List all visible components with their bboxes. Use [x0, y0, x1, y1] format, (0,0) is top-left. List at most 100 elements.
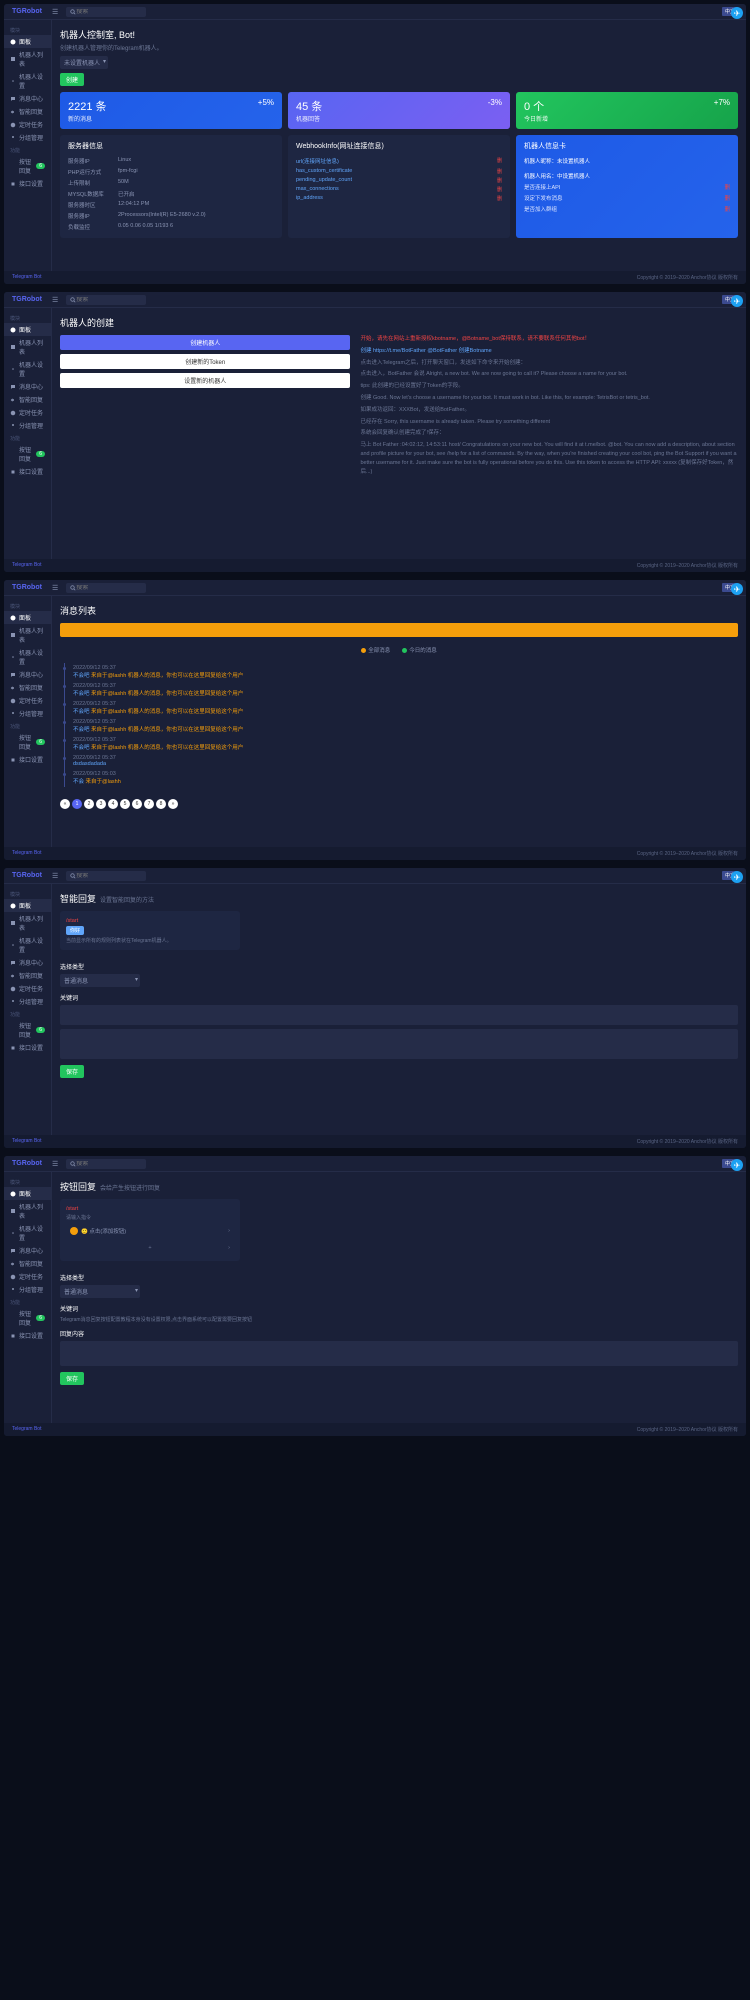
menu-toggle[interactable]: ☰	[52, 296, 58, 304]
sidebar-item-cron[interactable]: 定时任务	[4, 1270, 51, 1283]
create-button[interactable]: 创建	[60, 73, 84, 86]
menu-toggle[interactable]: ☰	[52, 1160, 58, 1168]
sidebar-item-bots[interactable]: 机器人列表	[4, 624, 51, 646]
sidebar-item-bots[interactable]: 机器人列表	[4, 48, 51, 70]
sidebar-item-messages[interactable]: 消息中心	[4, 668, 51, 681]
reply-chip[interactable]: 你好	[66, 926, 84, 935]
sidebar-item-settings[interactable]: 机器人设置	[4, 70, 51, 92]
type-select[interactable]: 普通消息	[60, 974, 140, 987]
page-button[interactable]: 8	[156, 799, 166, 809]
sidebar-item-dashboard[interactable]: 面板	[4, 35, 51, 48]
sidebar-item-btnreply[interactable]: 按钮回复6	[4, 1019, 51, 1041]
timeline-item[interactable]: 2022/09/12 05:37不会吧 来自于@lashh 机器人的消息，你也可…	[73, 735, 738, 753]
delete-icon[interactable]: 删	[497, 168, 502, 175]
sidebar-item-dashboard[interactable]: 面板	[4, 899, 51, 912]
sidebar-item-cron[interactable]: 定时任务	[4, 694, 51, 707]
tab-create-token[interactable]: 创建新的Token	[60, 354, 350, 369]
telegram-fab[interactable]: ✈	[731, 7, 743, 19]
telegram-fab[interactable]: ✈	[731, 1159, 743, 1171]
search-input[interactable]	[76, 585, 136, 591]
search-input[interactable]	[76, 297, 136, 303]
sidebar-item-dashboard[interactable]: 面板	[4, 611, 51, 624]
search-box[interactable]	[66, 1159, 146, 1169]
page-button[interactable]: 1	[72, 799, 82, 809]
content-input[interactable]	[60, 1029, 738, 1059]
telegram-fab[interactable]: ✈	[731, 871, 743, 883]
tab-create-bot[interactable]: 创建机器人	[60, 335, 350, 350]
filter-all[interactable]: 全部消息	[361, 646, 390, 654]
sidebar-item-groups[interactable]: 分组管理	[4, 131, 51, 144]
search-input[interactable]	[76, 873, 136, 879]
button-entry[interactable]: 🙂 点击(添加按钮)	[66, 1223, 234, 1239]
sidebar-item-cron[interactable]: 定时任务	[4, 406, 51, 419]
page-button[interactable]: 3	[96, 799, 106, 809]
page-button[interactable]: »	[168, 799, 178, 809]
menu-toggle[interactable]: ☰	[52, 8, 58, 16]
sidebar-item-smartreply[interactable]: 智能回复	[4, 969, 51, 982]
sidebar-item-btnreply[interactable]: 按钮回复6	[4, 1307, 51, 1329]
sidebar-item-messages[interactable]: 消息中心	[4, 380, 51, 393]
page-button[interactable]: 6	[132, 799, 142, 809]
timeline-item[interactable]: 2022/09/12 05:37不会吧 来自于@lashh 机器人的消息，你也可…	[73, 663, 738, 681]
sidebar-item-smartreply[interactable]: 智能回复	[4, 393, 51, 406]
webhook-item[interactable]: ip_address删	[296, 193, 502, 202]
sidebar-item-dashboard[interactable]: 面板	[4, 1187, 51, 1200]
timeline-item[interactable]: 2022/09/12 05:37不会吧 来自于@lashh 机器人的消息，你也可…	[73, 717, 738, 735]
sidebar-item-api[interactable]: 接口设置	[4, 753, 51, 766]
webhook-item[interactable]: has_custom_certificate删	[296, 166, 502, 175]
page-button[interactable]: 5	[120, 799, 130, 809]
save-button[interactable]: 保存	[60, 1372, 84, 1385]
sidebar-item-api[interactable]: 接口设置	[4, 1041, 51, 1054]
webhook-item[interactable]: url(连接网址信息)删	[296, 155, 502, 166]
search-box[interactable]	[66, 583, 146, 593]
timeline-item[interactable]: 2022/09/12 05:37不会吧 来自于@lashh 机器人的消息，你也可…	[73, 681, 738, 699]
timeline-item[interactable]: 2022/09/12 05:03不会 来自于@lashh	[73, 769, 738, 787]
delete-icon[interactable]: 删	[497, 177, 502, 184]
webhook-item[interactable]: pending_update_count删	[296, 175, 502, 184]
button-entry-add[interactable]: +	[66, 1241, 234, 1255]
page-button[interactable]: 2	[84, 799, 94, 809]
sidebar-item-cron[interactable]: 定时任务	[4, 982, 51, 995]
search-box[interactable]	[66, 871, 146, 881]
sidebar-item-btnreply[interactable]: 按钮回复6	[4, 443, 51, 465]
sidebar-item-messages[interactable]: 消息中心	[4, 1244, 51, 1257]
sidebar-item-api[interactable]: 接口设置	[4, 1329, 51, 1342]
telegram-fab[interactable]: ✈	[731, 295, 743, 307]
bot-select[interactable]: 未设置机器人	[60, 56, 108, 69]
type-select[interactable]: 普通消息	[60, 1285, 140, 1298]
page-button[interactable]: 4	[108, 799, 118, 809]
sidebar-item-settings[interactable]: 机器人设置	[4, 1222, 51, 1244]
timeline-item[interactable]: 2022/09/12 05:37不会吧 来自于@lashh 机器人的消息，你也可…	[73, 699, 738, 717]
sidebar-item-dashboard[interactable]: 面板	[4, 323, 51, 336]
search-box[interactable]	[66, 7, 146, 17]
filter-today[interactable]: 今日的消息	[402, 646, 437, 654]
keyword-input[interactable]	[60, 1005, 738, 1025]
sidebar-item-btnreply[interactable]: 按钮回复6	[4, 155, 51, 177]
tab-set-bot[interactable]: 设置新的机器人	[60, 373, 350, 388]
sidebar-item-cron[interactable]: 定时任务	[4, 118, 51, 131]
sidebar-item-settings[interactable]: 机器人设置	[4, 358, 51, 380]
telegram-fab[interactable]: ✈	[731, 583, 743, 595]
sidebar-item-messages[interactable]: 消息中心	[4, 956, 51, 969]
sidebar-item-smartreply[interactable]: 智能回复	[4, 105, 51, 118]
sidebar-item-groups[interactable]: 分组管理	[4, 995, 51, 1008]
delete-icon[interactable]: 删	[497, 157, 502, 164]
search-input[interactable]	[76, 1161, 136, 1167]
delete-icon[interactable]: 删	[497, 186, 502, 193]
sidebar-item-smartreply[interactable]: 智能回复	[4, 1257, 51, 1270]
sidebar-item-settings[interactable]: 机器人设置	[4, 934, 51, 956]
sidebar-item-bots[interactable]: 机器人列表	[4, 912, 51, 934]
save-button[interactable]: 保存	[60, 1065, 84, 1078]
page-button[interactable]: 7	[144, 799, 154, 809]
search-box[interactable]	[66, 295, 146, 305]
sidebar-item-btnreply[interactable]: 按钮回复6	[4, 731, 51, 753]
sidebar-item-groups[interactable]: 分组管理	[4, 419, 51, 432]
menu-toggle[interactable]: ☰	[52, 584, 58, 592]
sidebar-item-bots[interactable]: 机器人列表	[4, 336, 51, 358]
timeline-item[interactable]: 2022/09/12 05:37dsdasdadada	[73, 753, 738, 769]
search-input[interactable]	[76, 9, 136, 15]
sidebar-item-groups[interactable]: 分组管理	[4, 1283, 51, 1296]
page-button[interactable]: «	[60, 799, 70, 809]
webhook-item[interactable]: max_connections删	[296, 184, 502, 193]
sidebar-item-api[interactable]: 接口设置	[4, 177, 51, 190]
